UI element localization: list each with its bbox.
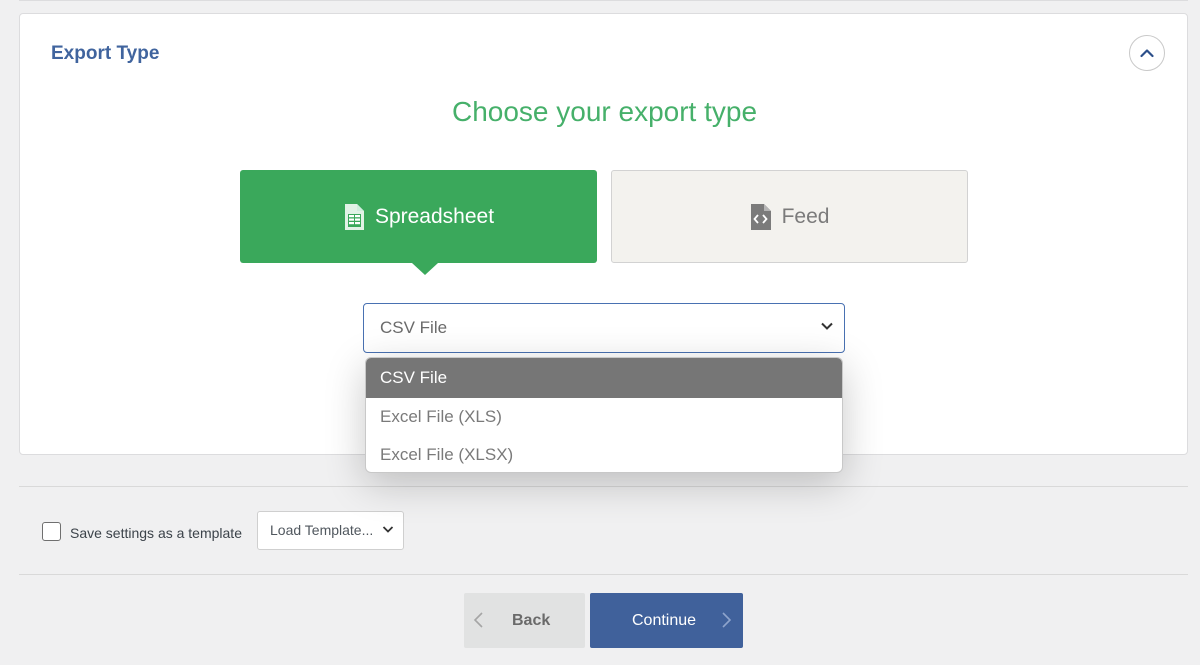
file-format-select[interactable]: CSV File	[363, 303, 845, 353]
spreadsheet-option[interactable]: Spreadsheet	[240, 170, 597, 275]
footer-divider-bottom	[19, 574, 1188, 575]
feed-option[interactable]: Feed	[611, 170, 968, 263]
option-csv[interactable]: CSV File	[366, 358, 842, 398]
collapse-button[interactable]	[1129, 35, 1165, 71]
chevron-right-icon	[722, 612, 732, 628]
continue-label: Continue	[632, 612, 697, 629]
file-format-value: CSV File	[380, 318, 448, 337]
chevron-up-icon	[1140, 49, 1154, 58]
choose-export-heading: Choose your export type	[451, 96, 758, 127]
feed-label: Feed	[781, 204, 830, 228]
panel-title: Export Type	[51, 43, 160, 64]
code-file-icon	[750, 203, 771, 230]
continue-button[interactable]: Continue	[590, 593, 743, 648]
chevron-left-icon	[473, 612, 483, 628]
spreadsheet-icon	[344, 203, 364, 230]
load-template-value: Load Template...	[270, 522, 374, 538]
export-wizard-page: Export Type Choose your export type Spre…	[0, 0, 1200, 665]
back-label: Back	[512, 612, 551, 629]
file-format-dropdown: CSV File Excel File (XLS) Excel File (XL…	[365, 357, 843, 473]
top-divider	[19, 0, 1188, 1]
option-xlsx[interactable]: Excel File (XLSX)	[366, 436, 842, 472]
chevron-down-icon	[382, 526, 394, 533]
spreadsheet-label: Spreadsheet	[374, 204, 495, 228]
back-button[interactable]: Back	[464, 593, 585, 648]
chevron-down-icon	[821, 322, 833, 330]
save-template-checkbox[interactable]	[42, 522, 61, 541]
load-template-select[interactable]: Load Template...	[257, 511, 404, 550]
option-xls[interactable]: Excel File (XLS)	[366, 398, 842, 436]
footer-divider-top	[19, 486, 1188, 487]
save-template-label: Save settings as a template	[70, 525, 242, 541]
